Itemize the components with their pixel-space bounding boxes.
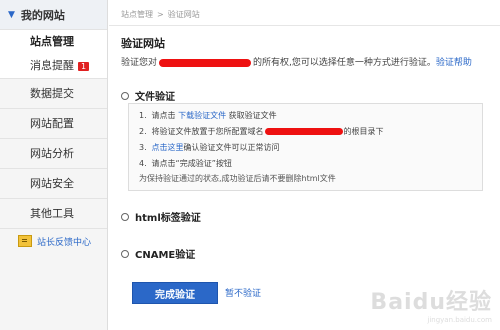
method-cname-option[interactable]: CNAME验证 [121,246,195,261]
breadcrumb-current: 验证网站 [167,10,200,19]
page-description: 验证您对 的所有权,您可以选择任意一种方式进行验证。验证帮助 [121,58,472,68]
sidebar-item-site-config[interactable]: 网站配置 [0,108,107,138]
feedback-icon [18,235,32,247]
verify-help-link[interactable]: 验证帮助 [436,58,472,68]
step-2: 2. 将验证文件放置于您所配置域名 的根目录下 [139,127,384,136]
main-content: 站点管理 > 验证网站 验证网站 验证您对 的所有权,您可以选择任意一种方式进行验证。… [109,0,500,330]
breadcrumb-separator: > [157,10,164,19]
sidebar: ▼ 我的网站 站点管理 消息提醒 1 数据提交 网站配置 网站分析 网站安全 其他… [0,0,108,330]
sidebar-item-messages[interactable]: 消息提醒 1 [0,54,107,78]
divider [109,25,500,26]
method-html-option[interactable]: html标签验证 [121,209,201,224]
keep-file-note: 为保持验证通过的状态,成功验证后请不要删除html文件 [139,174,336,183]
sidebar-item-data-submit[interactable]: 数据提交 [0,78,107,108]
sidebar-header-label: 我的网站 [20,8,65,22]
radio-file[interactable] [121,91,129,100]
method-file-option[interactable]: 文件验证 [121,88,175,103]
download-verify-file-link[interactable]: 下载验证文件 [178,111,226,120]
sidebar-submenu: 站点管理 消息提醒 1 [0,30,107,78]
sidebar-item-site-management[interactable]: 站点管理 [0,30,107,54]
step-1: 1. 请点击 下载验证文件 获取验证文件 [139,111,277,120]
redacted-domain-2 [264,128,343,135]
radio-html[interactable] [121,212,129,221]
message-count-badge: 1 [78,61,90,71]
sidebar-item-site-analysis[interactable]: 网站分析 [0,138,107,168]
method-file-label: 文件验证 [135,92,175,103]
breadcrumb-root[interactable]: 站点管理 [121,10,153,19]
breadcrumb: 站点管理 > 验证网站 [121,9,200,20]
sidebar-item-other-tools[interactable]: 其他工具 [0,198,107,228]
file-verify-steps: 1. 请点击 下载验证文件 获取验证文件 2. 将验证文件放置于您所配置域名 的根… [128,103,483,191]
method-cname-label: CNAME验证 [135,250,196,261]
redacted-domain [159,58,252,67]
sidebar-feedback-link[interactable]: 站长反馈中心 [0,228,107,253]
sidebar-item-site-security[interactable]: 网站安全 [0,168,107,198]
complete-verify-button[interactable]: 完成验证 [132,282,218,304]
sidebar-header-my-sites[interactable]: ▼ 我的网站 [0,0,107,30]
baidu-watermark: Baidu经验 jingyan.baidu.com [370,290,492,324]
skip-verify-link[interactable]: 暂不验证 [225,286,261,299]
page-title: 验证网站 [121,37,165,50]
step-4: 4. 请点击“完成验证”按钮 [139,159,232,168]
caret-down-icon: ▼ [8,9,15,20]
step-3: 3. 点击这里确认验证文件可以正常访问 [139,143,280,152]
radio-cname[interactable] [121,249,129,258]
method-html-label: html标签验证 [135,213,201,224]
check-here-link[interactable]: 点击这里 [152,143,184,152]
